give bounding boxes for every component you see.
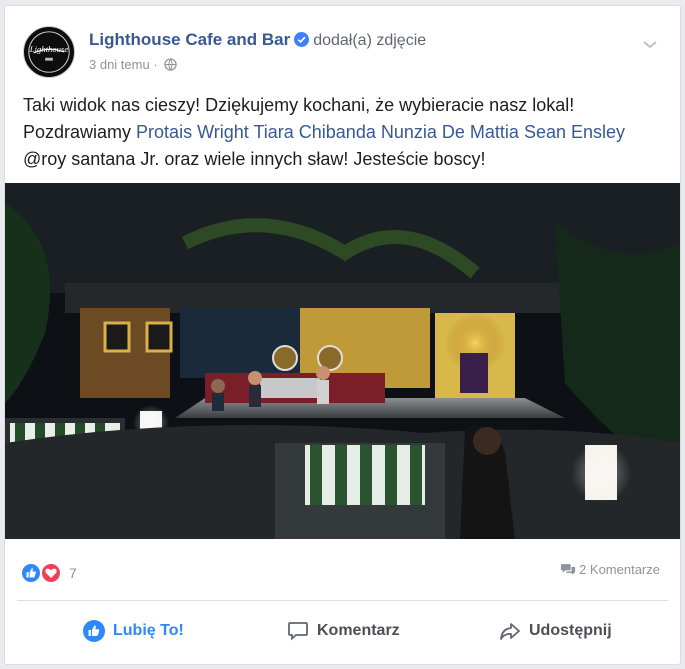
comment-button[interactable]: Komentarz	[287, 616, 400, 646]
post-timestamp[interactable]: 3 dni temu	[89, 57, 150, 72]
tag-link[interactable]: Sean Ensley	[524, 122, 625, 142]
share-button-label: Udostępnij	[529, 622, 612, 639]
like-button[interactable]: Lubię To!	[83, 616, 184, 646]
divider	[17, 600, 668, 601]
reactions-bar: 7 2 Komentarze	[5, 556, 680, 586]
svg-text:Lighthouse: Lighthouse	[29, 44, 69, 54]
tag-link[interactable]: Protais Wright	[136, 122, 249, 142]
share-icon	[500, 623, 520, 640]
post-options-chevron-icon[interactable]	[640, 34, 660, 54]
post-action-text: dodał(a) zdjęcie	[313, 32, 427, 49]
tag-link[interactable]: Nunzia De Mattia	[381, 122, 519, 142]
comments-count-text: 2 Komentarze	[579, 562, 660, 577]
meta-separator: ·	[153, 57, 158, 72]
like-button-label: Lubię To!	[113, 622, 184, 639]
like-reaction-icon[interactable]	[20, 562, 42, 584]
comments-count[interactable]: 2 Komentarze	[560, 562, 660, 577]
post-meta: 3 dni temu ·	[89, 57, 177, 72]
post-title-line: Lighthouse Cafe and Bar dodał(a) zdjęcie	[89, 30, 426, 50]
comment-button-label: Komentarz	[317, 622, 400, 639]
post-text-line-1: Taki widok nas cieszy! Dziękujemy kochan…	[23, 95, 575, 115]
tag-link[interactable]: Tiara Chibanda	[253, 122, 375, 142]
comments-icon	[560, 564, 576, 575]
post-header: Lighthouse Lighthouse Cafe and Bar dodał(…	[23, 26, 660, 82]
verified-badge-icon	[294, 32, 310, 47]
page-name-link[interactable]: Lighthouse Cafe and Bar	[89, 30, 290, 49]
greeting-text: Pozdrawiamy	[23, 122, 137, 142]
post-text-line-3: @roy santana Jr. oraz wiele innych sław!…	[23, 149, 486, 169]
thumbs-up-icon	[83, 620, 105, 642]
page-avatar[interactable]: Lighthouse	[23, 26, 75, 78]
post-photo[interactable]	[5, 183, 680, 539]
share-button[interactable]: Udostępnij	[499, 616, 612, 646]
reactions-count[interactable]: 7	[69, 565, 77, 581]
globe-icon[interactable]	[164, 58, 177, 71]
post-text-line-2: Pozdrawiamy Protais Wright Tiara Chiband…	[23, 119, 668, 146]
love-reaction-icon[interactable]	[40, 562, 62, 584]
post-card: Lighthouse Lighthouse Cafe and Bar dodał(…	[4, 5, 681, 665]
post-text: Taki widok nas cieszy! Dziękujemy kochan…	[23, 92, 668, 173]
comment-icon	[288, 622, 308, 641]
post-actions: Lubię To! Komentarz Udostępnij	[5, 612, 680, 652]
